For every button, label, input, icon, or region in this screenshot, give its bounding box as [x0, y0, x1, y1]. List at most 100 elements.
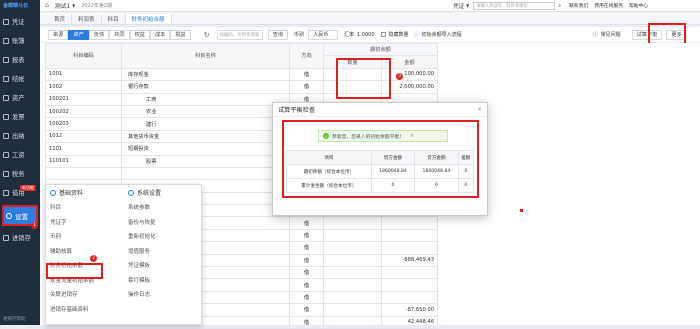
sidebar-item-2[interactable]: 报表: [0, 50, 40, 69]
dialog-cell: 累计发生额（综合本位币）: [286, 178, 372, 193]
amount-cell[interactable]: [381, 216, 438, 230]
amount-cell[interactable]: 42,448.46: [381, 315, 438, 329]
voucher-icon: [3, 18, 9, 25]
sidebar-item-7[interactable]: 工资: [0, 145, 40, 164]
annotation-mark-2: 2: [90, 255, 97, 262]
amount-cell[interactable]: [381, 241, 438, 255]
menu-item-system-4[interactable]: 凭证模板: [128, 258, 203, 273]
chevron-down-icon[interactable]: ▼: [466, 3, 469, 8]
qty-cell[interactable]: [323, 266, 382, 280]
menu-item-system-2[interactable]: 重新初始化: [128, 229, 203, 244]
menu-item-system-1[interactable]: 备份与恢复: [128, 215, 203, 230]
qty-cell[interactable]: [323, 228, 382, 243]
sidebar-item-6[interactable]: 出纳: [0, 126, 40, 145]
amount-cell[interactable]: [381, 266, 438, 280]
category-button-5[interactable]: 成本: [149, 29, 171, 40]
popup-column-title: 基础资料: [59, 190, 84, 197]
amount-highlight: [336, 58, 391, 99]
global-search-input[interactable]: 请输入凭证号、科目等搜索: [473, 1, 556, 10]
subject-code: 1001: [45, 67, 122, 82]
subject-name: 工商: [121, 92, 290, 106]
subject-search-input[interactable]: 按编码、名称等搜索: [216, 29, 263, 40]
subject-name: 银行存款: [121, 80, 290, 94]
subject-code: [45, 166, 122, 181]
sidebar-item-0[interactable]: 凭证: [0, 12, 40, 31]
qty-cell[interactable]: [323, 303, 382, 317]
query-button[interactable]: 查询: [267, 29, 288, 40]
amount-cell[interactable]: -888,469.43: [381, 253, 438, 268]
sidebar-item-label: 进销存: [12, 235, 31, 242]
tab-bar: 首页 利润表 科目 财务初始余额: [40, 12, 700, 25]
category-button-1[interactable]: 资产: [68, 29, 89, 40]
dialog-col-header: 借方金额: [370, 150, 416, 165]
amount-cell[interactable]: [381, 278, 438, 292]
menu-item-basic-2[interactable]: 币别: [50, 229, 125, 244]
voucher-select[interactable]: 凭证: [453, 2, 464, 10]
direction: 借: [289, 266, 324, 280]
qty-cell[interactable]: [323, 315, 382, 329]
success-text: 恭喜您，您录入的初始余额平衡！: [332, 134, 404, 140]
tab-subject[interactable]: 科目: [102, 14, 126, 24]
currency-label: 币别: [294, 32, 305, 38]
subject-code: 100201: [45, 92, 122, 106]
menu-item-basic-7[interactable]: 进销存基础资料: [50, 302, 125, 317]
qty-cell[interactable]: [323, 216, 382, 230]
menu-item-system-6[interactable]: 操作日志: [128, 287, 203, 302]
close-icon[interactable]: ×: [410, 134, 414, 139]
direction: 借: [289, 228, 324, 243]
category-button-4[interactable]: 权益: [129, 29, 150, 40]
qty-cell[interactable]: [323, 253, 382, 268]
opening-balance-menu-highlight: [46, 263, 103, 279]
account-name[interactable]: 测试1: [55, 1, 70, 10]
refresh-icon[interactable]: ↻: [204, 31, 210, 39]
chevron-down-icon[interactable]: ▼: [72, 3, 75, 8]
faq-link[interactable]: 常见问题: [601, 31, 621, 38]
qty-cell[interactable]: [323, 290, 382, 305]
table-row: 累计发生额（综合本位币） 0 0 0: [286, 178, 475, 193]
subject-name: 建行: [121, 117, 290, 131]
sidebar-item-jxc[interactable]: 进销存: [0, 228, 40, 247]
tab-profit[interactable]: 利润表: [72, 14, 102, 24]
category-button-0[interactable]: 来源: [48, 29, 69, 40]
tab-home[interactable]: 首页: [48, 14, 73, 24]
category-button-6[interactable]: 损益: [170, 29, 191, 40]
menu-item-basic-6[interactable]: 关联进销存: [50, 287, 125, 302]
amount-cell[interactable]: [381, 228, 438, 243]
subject-name: 短期投资: [121, 142, 290, 156]
sidebar-item-4[interactable]: 资产: [0, 88, 40, 107]
subject-name: 股票: [121, 154, 290, 168]
menu-item-basic-0[interactable]: 科目: [50, 200, 125, 215]
online-service-link[interactable]: 费用在线服务: [594, 2, 623, 9]
settings-popup-menu: 基础资料 科目 凭证字 币别 辅助核算 财务初始余额 现金流量初始余额 关联进销存 进销存基础…: [45, 184, 202, 325]
contact-link[interactable]: 联系我们: [569, 2, 588, 9]
hide-qty-checkbox[interactable]: [380, 32, 386, 37]
menu-item-system-3[interactable]: 增值服务: [128, 244, 203, 259]
direction: 借: [289, 303, 324, 317]
help-link[interactable]: 帮助中心: [629, 2, 648, 9]
search-icon[interactable]: ⌕: [558, 3, 561, 9]
tab-opening-balance[interactable]: 财务初始余额: [125, 14, 172, 24]
amount-cell[interactable]: [381, 290, 438, 305]
menu-item-system-5[interactable]: 套打模板: [128, 273, 203, 288]
menu-item-basic-1[interactable]: 凭证字: [50, 215, 125, 230]
close-icon[interactable]: ×: [477, 106, 482, 113]
sidebar-footer[interactable]: 进销存帮助: [3, 316, 26, 322]
sidebar-item-3[interactable]: 结帐: [0, 69, 40, 88]
qty-cell[interactable]: [323, 241, 382, 255]
import-flow-link[interactable]: 初始余额导入流程: [422, 31, 462, 38]
sidebar-item-1[interactable]: 账簿: [0, 31, 40, 50]
amount-cell[interactable]: -87,650.00: [381, 303, 438, 317]
currency-select[interactable]: 人民币: [308, 29, 339, 40]
house-icon[interactable]: ⌂: [45, 2, 49, 9]
qty-cell[interactable]: [323, 278, 382, 292]
category-button-2[interactable]: 负债: [88, 29, 110, 40]
sidebar-item-8[interactable]: 税务: [0, 164, 40, 183]
subject-code: 100202: [45, 104, 122, 119]
dialog-cell: 0: [457, 164, 475, 179]
menu-item-basic-3[interactable]: 辅助核算: [50, 244, 125, 259]
sidebar-item-5[interactable]: 发票: [0, 107, 40, 126]
borrow-icon: [3, 189, 9, 196]
subject-code: 1002: [45, 80, 122, 94]
category-button-3[interactable]: 共同: [109, 29, 130, 40]
menu-item-system-0[interactable]: 系统参数: [128, 200, 203, 215]
